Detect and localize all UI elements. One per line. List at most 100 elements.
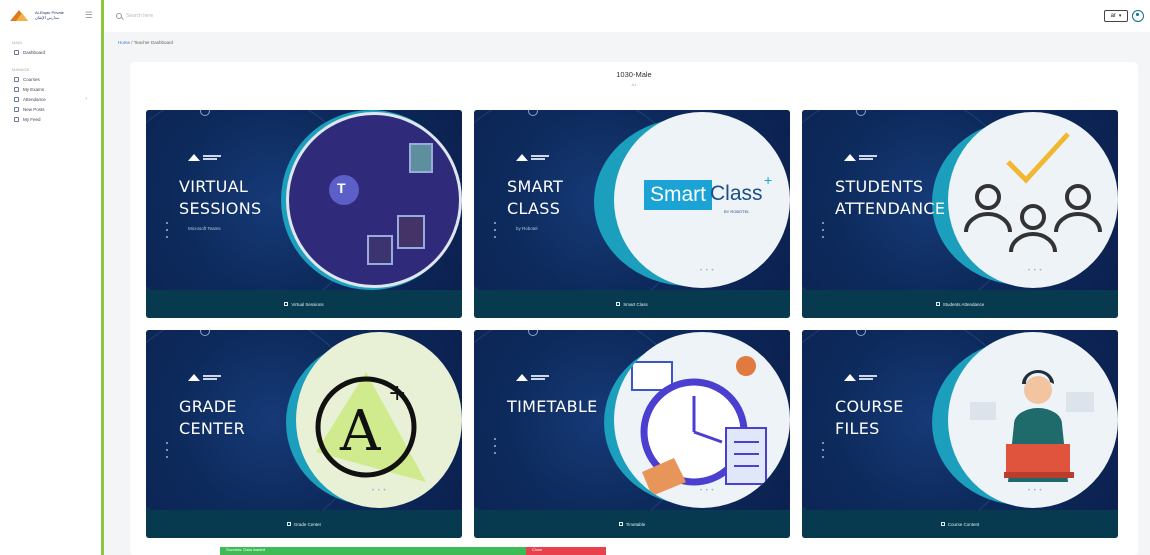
decor-dots: • • •	[700, 488, 715, 494]
decor-dots: • • •	[700, 268, 715, 274]
video-tile	[367, 235, 393, 265]
brand[interactable]: Al-Etqan Private مدارس الإتقان ☰	[0, 0, 101, 30]
card-footer[interactable]: Smart Class	[474, 290, 790, 318]
card-art: Smart Class + BY ROBOTEL SMART CLASS by …	[474, 110, 790, 290]
sidebar-item-label: Courses	[23, 76, 40, 82]
card-art: T VIRTUAL SESSIONS Microsoft Teams	[146, 110, 462, 290]
language-select[interactable]: ar ▾	[1104, 10, 1128, 22]
smart-class-logo-area: Smart Class + BY ROBOTEL	[614, 112, 790, 288]
card-timetable[interactable]: TIMETABLE • • • Timetable	[474, 330, 790, 538]
sidebar-item-label: Attendance	[23, 96, 46, 102]
card-title-line1: GRADE	[179, 397, 237, 416]
user-avatar-icon[interactable]	[1132, 10, 1144, 22]
logo-byline: BY ROBOTEL	[724, 209, 750, 214]
svg-text:A: A	[339, 399, 381, 464]
person-laptop-icon	[970, 370, 1094, 482]
timetable-illustration	[614, 332, 790, 508]
decor-dots	[822, 222, 824, 246]
people-check-icon	[964, 132, 1102, 253]
breadcrumb-home[interactable]: Home	[118, 40, 130, 45]
dashboard-icon	[14, 49, 19, 55]
decor-dots	[494, 222, 496, 246]
card-footer-label: Smart Class	[623, 301, 648, 307]
class-subtitle: A1	[631, 82, 637, 87]
breadcrumb-separator: /	[131, 40, 133, 45]
card-title: TIMETABLE	[507, 396, 598, 418]
video-icon	[284, 302, 289, 306]
card-grade-center[interactable]: A + GRADE CENTER • • • Grade Center	[146, 330, 462, 538]
card-footer-label: Students Attendance	[942, 301, 985, 307]
card-students-attendance[interactable]: STUDENTS ATTENDANCE • • • Students Atten…	[802, 110, 1118, 318]
card-title: VIRTUAL SESSIONS	[179, 176, 261, 220]
teams-letter: T	[337, 180, 346, 196]
svg-text:+: +	[388, 381, 406, 406]
card-title-line1: VIRTUAL	[179, 177, 249, 196]
school-mini-logo	[188, 154, 222, 164]
card-smart-class[interactable]: Smart Class + BY ROBOTEL SMART CLASS by …	[474, 110, 790, 318]
card-title: GRADE CENTER	[179, 396, 245, 440]
attendance-icon	[935, 302, 940, 306]
sidebar-item-attendance[interactable]: Attendance ›	[0, 94, 101, 104]
sidebar-item-posts[interactable]: New Posts	[0, 104, 101, 114]
post-icon	[14, 106, 19, 112]
card-title-line1: STUDENTS	[835, 177, 924, 196]
card-art: COURSE FILES • • •	[802, 330, 1118, 510]
decor-dots	[166, 222, 168, 246]
search-box[interactable]: Search here	[116, 13, 153, 19]
card-art: STUDENTS ATTENDANCE • • •	[802, 110, 1118, 290]
sidebar-item-courses[interactable]: Courses	[0, 74, 101, 84]
notification-bar: Success: Data loaded Close	[220, 547, 606, 555]
sidebar-item-dashboard[interactable]: Dashboard	[0, 47, 101, 57]
card-title-line2: FILES	[835, 419, 880, 438]
sidebar-item-label: My Exams	[23, 86, 45, 92]
decor-dots: • • •	[1028, 488, 1043, 494]
search-icon	[116, 13, 122, 19]
card-course-files[interactable]: COURSE FILES • • • Course Content	[802, 330, 1118, 538]
card-title: STUDENTS ATTENDANCE	[835, 176, 945, 220]
exam-icon	[14, 86, 19, 92]
card-footer[interactable]: Students Attendance	[802, 290, 1118, 318]
card-footer-label: Grade Center	[293, 521, 322, 527]
card-title-line1: COURSE	[835, 397, 904, 416]
card-art: A + GRADE CENTER • • •	[146, 330, 462, 510]
card-virtual-sessions[interactable]: T VIRTUAL SESSIONS Microsoft Teams Virtu…	[146, 110, 462, 318]
grade-icon	[286, 522, 291, 526]
card-art: TIMETABLE • • •	[474, 330, 790, 510]
card-title: SMART CLASS	[507, 176, 563, 220]
course-files-illustration	[948, 332, 1118, 508]
menu-toggle-icon[interactable]: ☰	[85, 10, 93, 21]
notification-success: Success: Data loaded	[220, 547, 526, 555]
decor-dots	[494, 438, 496, 462]
sidebar-item-exams[interactable]: My Exams	[0, 84, 101, 94]
plus-icon: +	[764, 172, 773, 188]
folder-icon	[940, 522, 945, 526]
decor-dots: • • •	[1028, 268, 1043, 274]
language-value: ar	[1110, 13, 1116, 19]
sidebar-item-label: Dashboard	[23, 49, 46, 55]
decor-dots	[166, 442, 168, 466]
card-footer[interactable]: Grade Center	[146, 510, 462, 538]
card-subtitle: by Robotel	[516, 226, 538, 231]
sidebar-item-label: New Posts	[23, 106, 45, 112]
sidebar-item-feed[interactable]: My Feed	[0, 114, 101, 124]
card-footer[interactable]: Course Content	[802, 510, 1118, 538]
sidebar-item-label: My Feed	[23, 116, 41, 122]
calendar-icon	[14, 96, 19, 102]
decor-dots: • • •	[372, 488, 387, 494]
attendance-illustration	[948, 112, 1118, 288]
sidebar-section-manage: MANAGE	[12, 67, 30, 72]
card-title-line1: TIMETABLE	[507, 397, 598, 416]
card-footer[interactable]: Timetable	[474, 510, 790, 538]
chevron-down-icon: ▾	[1118, 13, 1122, 19]
search-input[interactable]: Search here	[126, 13, 153, 19]
breadcrumb: Home / Teacher Dashboard	[118, 40, 173, 45]
chevron-right-icon: ›	[85, 96, 87, 102]
brand-text: Al-Etqan Private مدارس الإتقان	[35, 10, 79, 20]
smart-logo-word: Smart	[644, 180, 713, 210]
video-tile	[397, 215, 425, 249]
decor-dots	[822, 442, 824, 466]
card-footer[interactable]: Virtual Sessions	[146, 290, 462, 318]
school-mini-logo	[516, 154, 550, 164]
calendar-icon	[618, 522, 623, 526]
notification-close-button[interactable]: Close	[526, 547, 606, 555]
